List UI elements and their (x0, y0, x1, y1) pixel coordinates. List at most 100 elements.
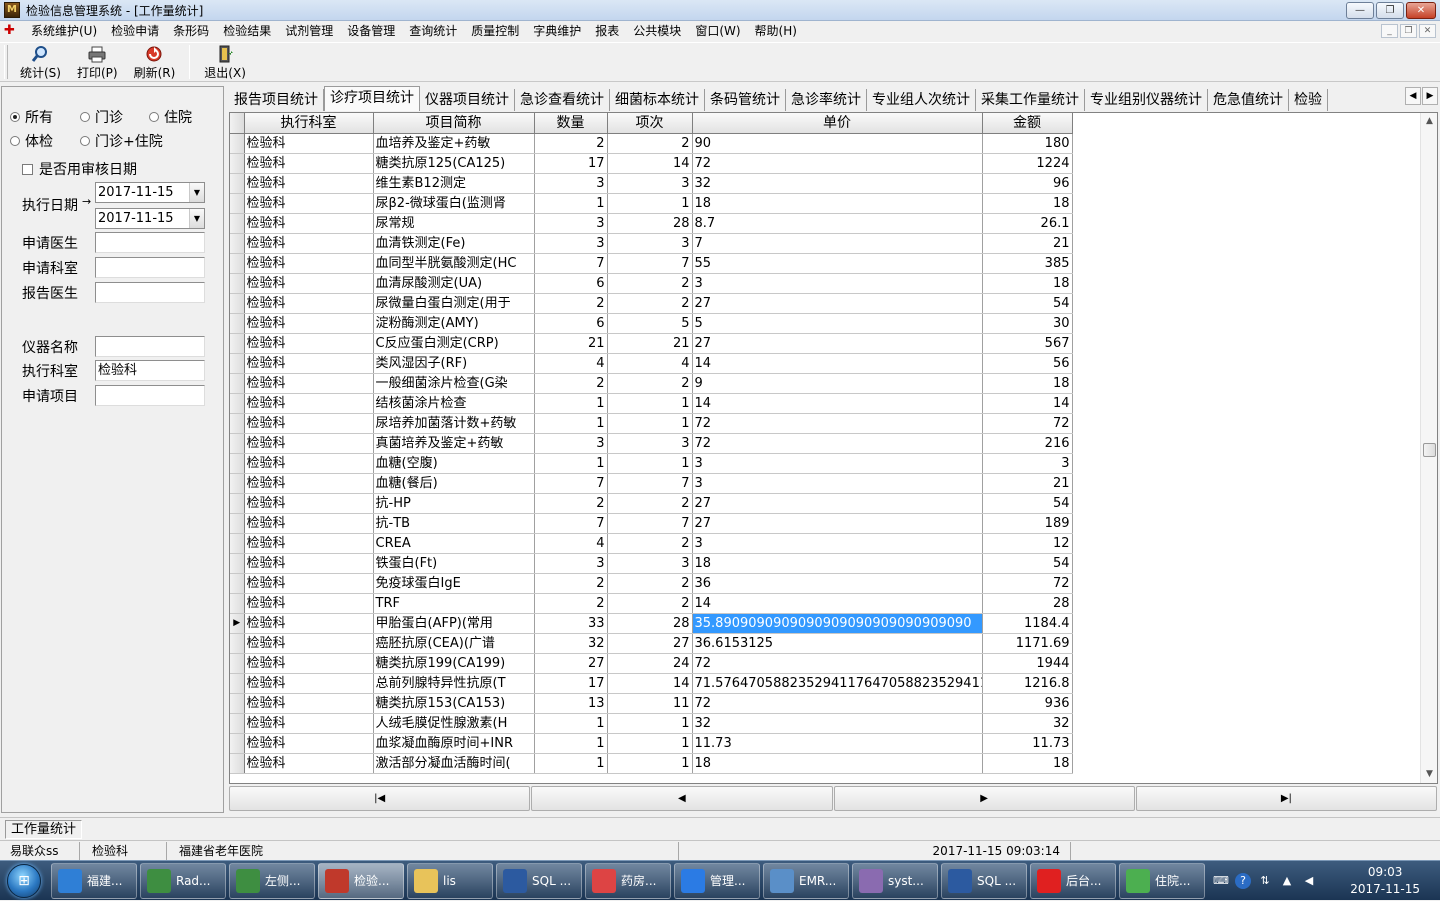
row-selector[interactable] (230, 673, 245, 694)
cell-项目简称[interactable]: 真菌培养及鉴定+药敏 (373, 433, 535, 454)
taskbar-item-8[interactable]: EMR... (763, 862, 849, 899)
cell-金额[interactable]: 1184.4 (982, 613, 1073, 634)
cell-金额[interactable]: 72 (982, 573, 1073, 594)
cell-单价[interactable]: 72 (692, 433, 983, 454)
exec-dept-input[interactable]: 检验科 (95, 360, 205, 381)
cell-项目简称[interactable]: 尿微量白蛋白测定(用于 (373, 293, 535, 314)
menu-item-5[interactable]: 设备管理 (340, 22, 402, 40)
tab-3[interactable]: 急诊查看统计 (515, 89, 610, 111)
taskbar-item-5[interactable]: SQL ... (496, 862, 582, 899)
first-record-button[interactable]: |◀ (229, 786, 531, 811)
taskbar-item-1[interactable]: Rad... (140, 862, 226, 899)
menu-item-12[interactable]: 帮助(H) (748, 22, 804, 40)
table-row[interactable]: 检验科 尿培养加菌落计数+药敏 1 1 72 72 (230, 413, 1073, 434)
cell-项目简称[interactable]: 血浆凝血酶原时间+INR (373, 733, 535, 754)
row-selector[interactable] (230, 713, 245, 734)
row-selector[interactable] (230, 653, 245, 674)
cell-项目简称[interactable]: 尿常规 (373, 213, 535, 234)
cell-项次[interactable]: 2 (607, 533, 693, 554)
cell-金额[interactable]: 1216.8 (982, 673, 1073, 694)
minimize-button[interactable]: — (1346, 2, 1374, 19)
cell-数量[interactable]: 1 (534, 413, 608, 434)
menu-item-2[interactable]: 条形码 (166, 22, 216, 40)
cell-单价[interactable]: 18 (692, 553, 983, 574)
cell-项目简称[interactable]: 抗-HP (373, 493, 535, 514)
cell-金额[interactable]: 12 (982, 533, 1073, 554)
scroll-down-icon[interactable]: ▼ (1421, 766, 1437, 783)
cell-单价[interactable]: 72 (692, 693, 983, 714)
cell-项次[interactable]: 7 (607, 473, 693, 494)
cell-执行科室[interactable]: 检验科 (244, 513, 374, 534)
row-selector[interactable] (230, 293, 245, 314)
cell-单价[interactable]: 72 (692, 653, 983, 674)
cell-执行科室[interactable]: 检验科 (244, 713, 374, 734)
date-from-picker[interactable]: 2017-11-15 ▼ (95, 182, 205, 203)
table-row[interactable]: ▶ 检验科 甲胎蛋白(AFP)(常用 33 28 35.89090909090909090… (230, 613, 1073, 634)
cell-执行科室[interactable]: 检验科 (244, 233, 374, 254)
cell-项目简称[interactable]: 淀粉酶测定(AMY) (373, 313, 535, 334)
cell-单价[interactable]: 27 (692, 333, 983, 354)
row-selector[interactable] (230, 393, 245, 414)
row-selector[interactable] (230, 133, 245, 154)
tab-7[interactable]: 专业组人次统计 (867, 89, 976, 111)
cell-执行科室[interactable]: 检验科 (244, 493, 374, 514)
table-row[interactable]: 检验科 总前列腺特异性抗原(T 17 14 71.5764705882352941176… (230, 673, 1073, 694)
menu-item-1[interactable]: 检验申请 (104, 22, 166, 40)
cell-项目简称[interactable]: 血糖(餐后) (373, 473, 535, 494)
cell-执行科室[interactable]: 检验科 (244, 293, 374, 314)
cell-金额[interactable]: 216 (982, 433, 1073, 454)
exit-button[interactable]: 退出(X) (196, 43, 254, 81)
cell-金额[interactable]: 96 (982, 173, 1073, 194)
cell-单价[interactable]: 90 (692, 133, 983, 154)
tab-1[interactable]: 诊疗项目统计 (324, 86, 420, 111)
table-row[interactable]: 检验科 淀粉酶测定(AMY) 6 5 5 30 (230, 313, 1073, 334)
row-selector[interactable] (230, 733, 245, 754)
cell-数量[interactable]: 2 (534, 593, 608, 614)
cell-执行科室[interactable]: 检验科 (244, 753, 374, 774)
table-row[interactable]: 检验科 铁蛋白(Ft) 3 3 18 54 (230, 553, 1073, 574)
cell-项目简称[interactable]: 糖类抗原199(CA199) (373, 653, 535, 674)
keyboard-icon[interactable]: ⌨ (1213, 873, 1229, 889)
cell-项次[interactable]: 1 (607, 733, 693, 754)
cell-单价[interactable]: 3 (692, 273, 983, 294)
cell-金额[interactable]: 18 (982, 273, 1073, 294)
menu-item-8[interactable]: 字典维护 (526, 22, 588, 40)
cell-执行科室[interactable]: 检验科 (244, 573, 374, 594)
menu-item-10[interactable]: 公共模块 (626, 22, 688, 40)
row-selector[interactable] (230, 693, 245, 714)
cell-金额[interactable]: 54 (982, 553, 1073, 574)
taskbar-item-10[interactable]: SQL ... (941, 862, 1027, 899)
cell-项次[interactable]: 3 (607, 173, 693, 194)
cell-单价[interactable]: 14 (692, 353, 983, 374)
table-row[interactable]: 检验科 血糖(空腹) 1 1 3 3 (230, 453, 1073, 474)
dropdown-arrow-icon[interactable]: ▼ (189, 183, 204, 202)
cell-项目简称[interactable]: 抗-TB (373, 513, 535, 534)
mdi-app-icon[interactable]: ✚ (4, 23, 22, 39)
cell-金额[interactable]: 14 (982, 393, 1073, 414)
cell-项目简称[interactable]: 维生素B12测定 (373, 173, 535, 194)
cell-数量[interactable]: 1 (534, 193, 608, 214)
cell-项次[interactable]: 2 (607, 573, 693, 594)
cell-项目简称[interactable]: 糖类抗原153(CA153) (373, 693, 535, 714)
cell-项次[interactable]: 3 (607, 233, 693, 254)
cell-单价[interactable]: 3 (692, 533, 983, 554)
taskbar-item-2[interactable]: 左侧... (229, 862, 315, 899)
maximize-button[interactable]: ❐ (1376, 2, 1404, 19)
print-button[interactable]: 打印(P) (69, 43, 126, 81)
column-header-1[interactable]: 项目简称 (373, 113, 535, 134)
table-row[interactable]: 检验科 免疫球蛋白IgE 2 2 36 72 (230, 573, 1073, 594)
table-row[interactable]: 检验科 糖类抗原199(CA199) 27 24 72 1944 (230, 653, 1073, 674)
cell-项目简称[interactable]: 人绒毛膜促性腺激素(H (373, 713, 535, 734)
cell-项次[interactable]: 21 (607, 333, 693, 354)
row-selector[interactable] (230, 413, 245, 434)
cell-单价[interactable]: 18 (692, 193, 983, 214)
taskbar-item-12[interactable]: 住院... (1119, 862, 1205, 899)
table-row[interactable]: 检验科 一般细菌涂片检查(G染 2 2 9 18 (230, 373, 1073, 394)
cell-单价[interactable]: 18 (692, 753, 983, 774)
cell-金额[interactable]: 54 (982, 293, 1073, 314)
taskbar-item-3[interactable]: 检验... (318, 862, 404, 899)
cell-项目简称[interactable]: 铁蛋白(Ft) (373, 553, 535, 574)
cell-项次[interactable]: 14 (607, 153, 693, 174)
table-row[interactable]: 检验科 结核菌涂片检查 1 1 14 14 (230, 393, 1073, 414)
table-row[interactable]: 检验科 尿微量白蛋白测定(用于 2 2 27 54 (230, 293, 1073, 314)
